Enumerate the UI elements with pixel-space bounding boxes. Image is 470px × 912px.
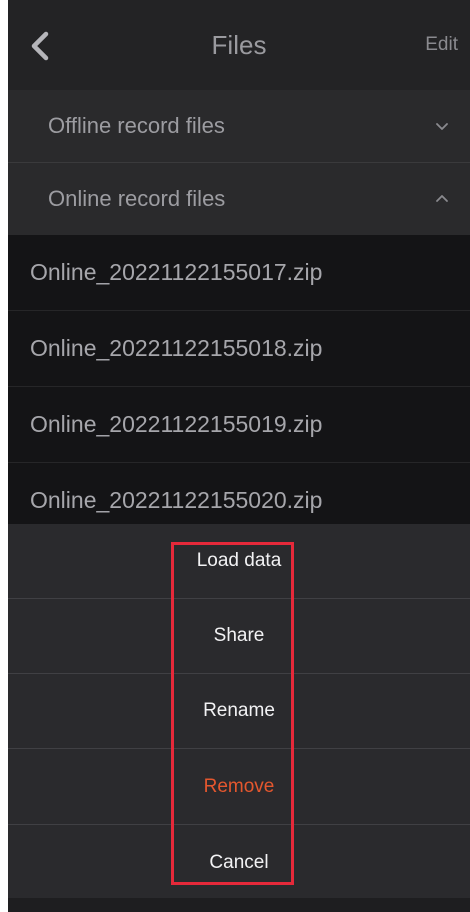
file-list: Online_20221122155017.zip Online_2022112…: [8, 235, 470, 539]
section-label: Online record files: [48, 186, 226, 211]
home-indicator-area: [8, 898, 470, 912]
chevron-up-icon: [436, 195, 448, 202]
file-name: Online_20221122155018.zip: [30, 335, 323, 361]
file-name: Online_20221122155017.zip: [30, 259, 323, 285]
top-nav-bar: Files Edit: [8, 0, 470, 90]
chevron-down-icon: [436, 123, 448, 130]
section-offline-records[interactable]: Offline record files: [8, 90, 470, 162]
action-sheet: Load data Share Rename Remove Cancel: [8, 524, 470, 912]
file-row[interactable]: Online_20221122155018.zip: [8, 311, 470, 387]
page-title: Files: [211, 30, 267, 60]
file-name: Online_20221122155019.zip: [30, 411, 323, 437]
rename-button[interactable]: Rename: [8, 674, 470, 749]
cancel-button[interactable]: Cancel: [8, 826, 470, 900]
file-row[interactable]: Online_20221122155019.zip: [8, 387, 470, 463]
remove-button[interactable]: Remove: [8, 750, 470, 825]
app-screen: Files Edit Offline record files Online r…: [8, 0, 470, 912]
section-online-records[interactable]: Online record files: [8, 163, 470, 235]
chevron-left-icon: [31, 31, 49, 61]
section-label: Offline record files: [48, 113, 225, 138]
file-row[interactable]: Online_20221122155017.zip: [8, 235, 470, 311]
load-data-button[interactable]: Load data: [8, 524, 470, 599]
edit-button[interactable]: Edit: [425, 0, 458, 90]
share-button[interactable]: Share: [8, 599, 470, 674]
back-button[interactable]: [24, 26, 60, 66]
